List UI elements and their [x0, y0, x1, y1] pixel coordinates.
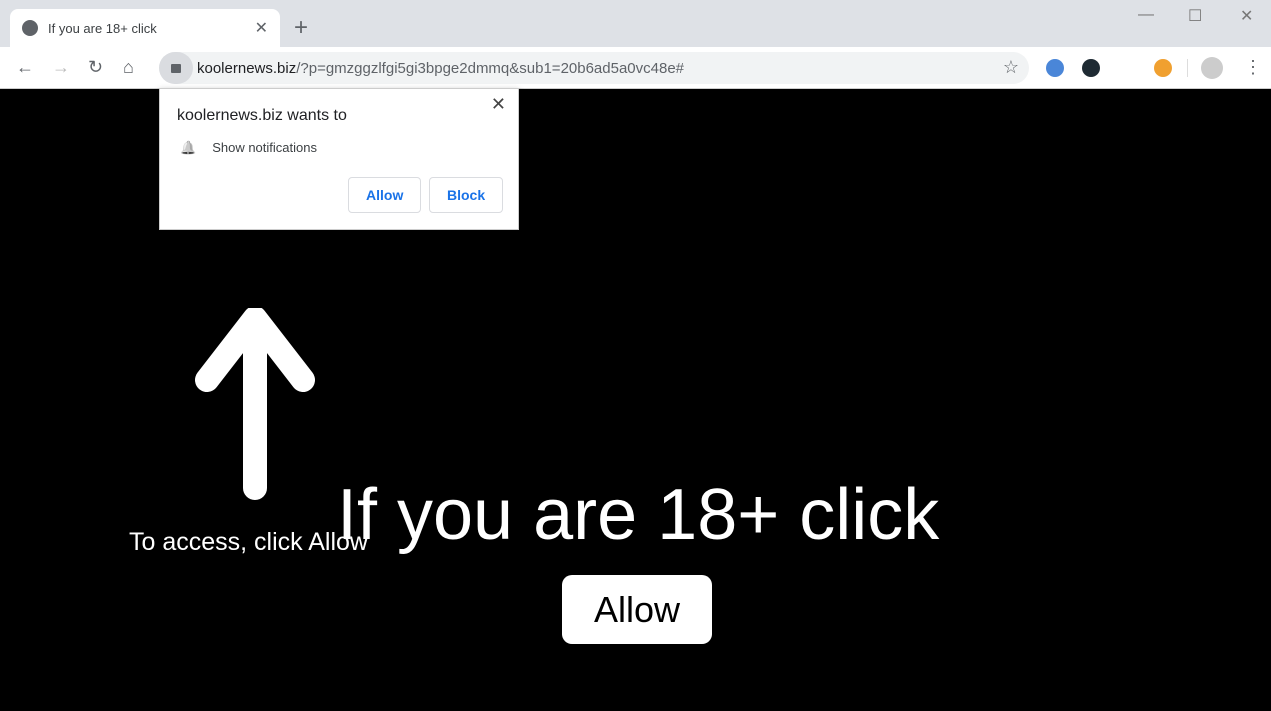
- new-tab-button[interactable]: +: [294, 14, 308, 42]
- extension-a-icon[interactable]: [1082, 59, 1100, 77]
- up-arrow-icon: [195, 308, 315, 500]
- permission-label: Show notifications: [212, 140, 317, 155]
- extension-jester-icon[interactable]: [1154, 59, 1172, 77]
- access-text: To access, click Allow: [129, 528, 368, 556]
- notification-permission-popup: koolernews.biz wants to ✕ 🔔 Show notifica…: [159, 88, 519, 230]
- tab-title: If you are 18+ click: [48, 20, 157, 36]
- bookmark-star-icon[interactable]: ☆: [1003, 57, 1019, 78]
- popup-heading: koolernews.biz wants to: [177, 107, 347, 124]
- forward-button[interactable]: →: [52, 57, 70, 78]
- close-tab-icon[interactable]: ✕: [255, 18, 268, 38]
- home-button[interactable]: ⌂: [123, 57, 134, 78]
- lock-icon[interactable]: [159, 52, 193, 84]
- divider: [1187, 59, 1188, 77]
- close-popup-icon[interactable]: ✕: [491, 94, 506, 115]
- extension-icon[interactable]: [1046, 59, 1064, 77]
- tab-strip: If you are 18+ click ✕ + — ☐ ✕: [0, 0, 1271, 47]
- bell-icon: 🔔: [180, 140, 197, 155]
- toolbar: ← → ↻ ⌂ koolernews.biz/?p=gmzggzlfgi5gi3…: [0, 47, 1271, 89]
- popup-allow-button[interactable]: Allow: [348, 177, 422, 213]
- headline: If you are 18+ click: [337, 475, 940, 555]
- minimize-button[interactable]: —: [1138, 6, 1154, 24]
- maximize-button[interactable]: ☐: [1188, 6, 1202, 26]
- back-button[interactable]: ←: [16, 57, 34, 78]
- close-window-button[interactable]: ✕: [1240, 6, 1253, 26]
- page-allow-button[interactable]: Allow: [562, 575, 712, 644]
- address-bar[interactable]: koolernews.biz/?p=gmzggzlfgi5gi3bpge2dmm…: [159, 52, 1029, 84]
- url-host: koolernews.biz: [197, 59, 297, 77]
- profile-avatar[interactable]: [1201, 57, 1223, 79]
- globe-icon: [22, 20, 38, 36]
- popup-block-button[interactable]: Block: [429, 177, 504, 213]
- reload-button[interactable]: ↻: [88, 57, 103, 78]
- tab-active[interactable]: If you are 18+ click ✕: [10, 9, 280, 47]
- url-path: /?p=gmzggzlfgi5gi3bpge2dmmq&sub1=20b6ad5…: [296, 59, 685, 77]
- menu-icon[interactable]: ⋮: [1244, 57, 1262, 78]
